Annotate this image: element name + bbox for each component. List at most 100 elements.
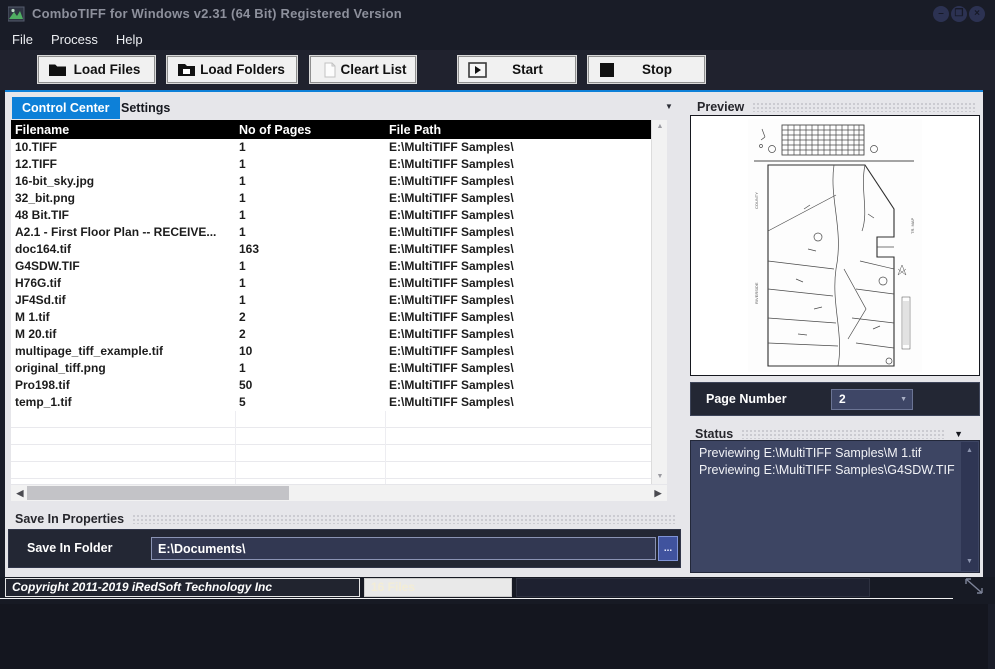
table-row[interactable]: 10.TIFF1E:\MultiTIFF Samples\: [11, 139, 651, 156]
svg-text:TR. MAP: TR. MAP: [910, 217, 915, 234]
scrollbar-thumb[interactable]: [27, 486, 289, 500]
table-row[interactable]: doc164.tif163E:\MultiTIFF Samples\: [11, 241, 651, 258]
table-row[interactable]: temp_1.tif5E:\MultiTIFF Samples\: [11, 394, 651, 411]
clear-list-label: Cleart List: [340, 62, 415, 77]
table-row[interactable]: M 1.tif2E:\MultiTIFF Samples\: [11, 309, 651, 326]
cell-path: E:\MultiTIFF Samples\: [385, 377, 651, 394]
panel-collapse-icon[interactable]: ▼: [665, 102, 673, 111]
table-horizontal-scrollbar[interactable]: ◀ ▶: [11, 485, 667, 501]
cell-path: E:\MultiTIFF Samples\: [385, 190, 651, 207]
table-row[interactable]: original_tiff.png1E:\MultiTIFF Samples\: [11, 360, 651, 377]
column-divider: [385, 411, 386, 484]
cell-pages: 1: [235, 275, 385, 292]
cell-filename: H76G.tif: [11, 275, 235, 292]
minimize-button[interactable]: –: [933, 6, 949, 22]
cell-path: E:\MultiTIFF Samples\: [385, 258, 651, 275]
table-row[interactable]: multipage_tiff_example.tif10E:\MultiTIFF…: [11, 343, 651, 360]
status-collapse-icon[interactable]: ▼: [954, 429, 963, 439]
blank-page-icon: [320, 62, 340, 78]
cell-path: E:\MultiTIFF Samples\: [385, 292, 651, 309]
cell-filename: Pro198.tif: [11, 377, 235, 394]
play-icon: [468, 62, 488, 78]
menu-file[interactable]: File: [3, 32, 42, 47]
start-button[interactable]: Start: [458, 56, 576, 83]
cell-pages: 1: [235, 156, 385, 173]
stop-label: Stop: [618, 62, 704, 77]
status-bar: Copyright 2011-2019 iRedSoft Technology …: [0, 577, 995, 604]
scroll-down-icon[interactable]: ▼: [652, 470, 668, 484]
cell-path: E:\MultiTIFF Samples\: [385, 224, 651, 241]
maximize-button[interactable]: ❐: [951, 6, 967, 22]
status-scrollbar[interactable]: ▲ ▼: [961, 442, 978, 571]
load-folders-button[interactable]: Load Folders: [167, 56, 297, 83]
column-header-path[interactable]: File Path: [385, 123, 651, 137]
scroll-up-icon[interactable]: ▲: [652, 120, 668, 134]
status-line: Previewing E:\MultiTIFF Samples\M 1.tif: [699, 445, 959, 462]
save-in-properties-section: Save In Properties: [15, 512, 675, 526]
tab-settings[interactable]: Settings: [111, 97, 180, 119]
close-button[interactable]: ×: [969, 6, 985, 22]
cell-path: E:\MultiTIFF Samples\: [385, 173, 651, 190]
table-row[interactable]: JF4Sd.tif1E:\MultiTIFF Samples\: [11, 292, 651, 309]
column-header-pages[interactable]: No of Pages: [235, 123, 385, 137]
cell-pages: 50: [235, 377, 385, 394]
cell-filename: 48 Bit.TIF: [11, 207, 235, 224]
table-row[interactable]: 48 Bit.TIF1E:\MultiTIFF Samples\: [11, 207, 651, 224]
page-number-label: Page Number: [706, 383, 787, 415]
cell-path: E:\MultiTIFF Samples\: [385, 343, 651, 360]
menu-process[interactable]: Process: [42, 32, 107, 47]
title-bar: ComboTIFF for Windows v2.31 (64 Bit) Reg…: [0, 0, 995, 28]
table-row[interactable]: 12.TIFF1E:\MultiTIFF Samples\: [11, 156, 651, 173]
cell-path: E:\MultiTIFF Samples\: [385, 360, 651, 377]
section-hatch: [132, 514, 675, 524]
cell-path: E:\MultiTIFF Samples\: [385, 207, 651, 224]
save-in-folder-input[interactable]: [151, 537, 656, 560]
table-row[interactable]: 32_bit.png1E:\MultiTIFF Samples\: [11, 190, 651, 207]
scroll-down-icon[interactable]: ▼: [961, 555, 978, 569]
scroll-up-icon[interactable]: ▲: [961, 444, 978, 458]
browse-button[interactable]: ...: [658, 536, 678, 561]
toolbar: Load Files Load Folders Cleart List Star…: [0, 50, 995, 90]
scroll-right-icon[interactable]: ▶: [651, 485, 665, 501]
cell-pages: 1: [235, 139, 385, 156]
cell-path: E:\MultiTIFF Samples\: [385, 275, 651, 292]
table-vertical-scrollbar[interactable]: ▲ ▼: [651, 120, 667, 484]
load-files-button[interactable]: Load Files: [38, 56, 155, 83]
status-box: Previewing E:\MultiTIFF Samples\M 1.tifP…: [690, 440, 980, 573]
cell-path: E:\MultiTIFF Samples\: [385, 139, 651, 156]
svg-text:COUNTY: COUNTY: [754, 192, 759, 209]
cell-filename: multipage_tiff_example.tif: [11, 343, 235, 360]
page-number-value: 2: [839, 390, 846, 409]
cell-filename: temp_1.tif: [11, 394, 235, 411]
resize-grip-icon[interactable]: [958, 573, 988, 599]
cell-pages: 1: [235, 360, 385, 377]
page-number-select[interactable]: 2 ▼: [831, 389, 913, 410]
table-row[interactable]: H76G.tif1E:\MultiTIFF Samples\: [11, 275, 651, 292]
cell-pages: 1: [235, 292, 385, 309]
menu-help[interactable]: Help: [107, 32, 152, 47]
cell-path: E:\MultiTIFF Samples\: [385, 394, 651, 411]
stop-button[interactable]: Stop: [588, 56, 705, 83]
table-row[interactable]: G4SDW.TIF1E:\MultiTIFF Samples\: [11, 258, 651, 275]
column-header-filename[interactable]: Filename: [11, 123, 235, 137]
cell-pages: 1: [235, 173, 385, 190]
cell-filename: 16-bit_sky.jpg: [11, 173, 235, 190]
cell-pages: 1: [235, 207, 385, 224]
preview-pane[interactable]: COUNTY RIVERSIDE TR. MAP: [690, 115, 980, 376]
scroll-left-icon[interactable]: ◀: [13, 485, 27, 501]
status-section-header: Status ▼: [695, 427, 963, 441]
cell-filename: doc164.tif: [11, 241, 235, 258]
section-hatch: [741, 429, 944, 439]
table-row[interactable]: M 20.tif2E:\MultiTIFF Samples\: [11, 326, 651, 343]
table-row[interactable]: 16-bit_sky.jpg1E:\MultiTIFF Samples\: [11, 173, 651, 190]
tab-control-center[interactable]: Control Center: [12, 97, 120, 119]
main-content: Control Center Settings ▼ Filename No of…: [5, 90, 983, 577]
load-files-label: Load Files: [68, 62, 154, 77]
save-in-properties-label: Save In Properties: [15, 512, 124, 526]
clear-list-button[interactable]: Cleart List: [310, 56, 416, 83]
status-label: Status: [695, 427, 733, 441]
table-row[interactable]: Pro198.tif50E:\MultiTIFF Samples\: [11, 377, 651, 394]
cell-path: E:\MultiTIFF Samples\: [385, 309, 651, 326]
table-row[interactable]: A2.1 - First Floor Plan -- RECEIVE...1E:…: [11, 224, 651, 241]
load-folders-label: Load Folders: [197, 62, 296, 77]
